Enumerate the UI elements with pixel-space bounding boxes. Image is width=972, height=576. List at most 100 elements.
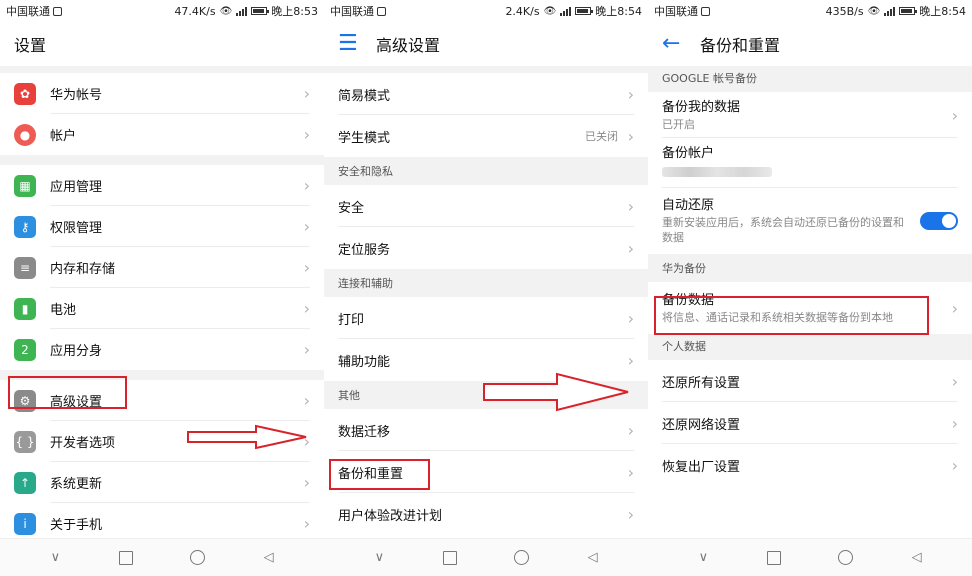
back-button[interactable]: ◁	[262, 550, 276, 565]
page-title-bar: 设置	[0, 22, 324, 66]
settings-item-label: 电池	[50, 303, 77, 318]
settings-item-label: 应用分身	[50, 344, 103, 359]
settings-item-huawei-id[interactable]: ✿ 华为帐号 ›	[0, 73, 324, 114]
settings-item-apps[interactable]: ▦ 应用管理 ›	[0, 165, 324, 206]
settings-item-label: 自动还原	[662, 198, 715, 213]
chevron-right-icon: ›	[303, 217, 310, 236]
settings-item-label: 权限管理	[50, 221, 103, 236]
settings-item-label: 备份帐户	[662, 146, 715, 161]
chevron-right-icon: ›	[303, 176, 310, 195]
settings-item-subtitle: 已开启	[662, 117, 695, 131]
back-arrow-icon[interactable]: ←	[662, 33, 684, 55]
chevron-right-icon: ›	[951, 413, 958, 433]
settings-item-label: 还原所有设置	[662, 375, 741, 391]
settings-item-reset-network[interactable]: 还原网络设置 ›	[648, 402, 972, 444]
clock: 晚上8:54	[595, 5, 642, 18]
page-title: 高级设置	[376, 36, 441, 55]
chevron-right-icon: ›	[627, 420, 634, 440]
battery-status-icon	[251, 7, 270, 15]
settings-item-backup-my-data[interactable]: 备份我的数据 已开启 ›	[648, 92, 972, 138]
settings-item-reset-all[interactable]: 还原所有设置 ›	[648, 360, 972, 402]
nav-bar: ∨ ◁	[648, 538, 972, 576]
section-header: 连接和辅助	[324, 269, 648, 297]
settings-item-label: 关于手机	[50, 518, 103, 533]
settings-item-permissions[interactable]: ⚷ 权限管理 ›	[0, 206, 324, 247]
back-button[interactable]: ◁	[586, 550, 600, 565]
settings-screen: 中国联通 47.4K/s 👁 晚上8:53 设置 ✿ 华为帐号 › ● 帐户 ›…	[0, 0, 324, 576]
settings-item-label: 数据迁移	[338, 424, 391, 440]
divider-gap	[0, 155, 324, 165]
auto-restore-toggle[interactable]	[920, 212, 958, 230]
eye-icon: 👁	[219, 5, 233, 17]
highlight-box-backup-reset	[329, 459, 430, 490]
eye-icon: 👁	[543, 5, 557, 17]
status-value: 已关闭	[585, 130, 618, 143]
battery-status-icon	[899, 7, 918, 15]
braces-icon: { }	[14, 430, 36, 453]
home-button[interactable]	[189, 550, 205, 565]
settings-item-simple-mode[interactable]: 简易模式 ›	[324, 73, 648, 115]
home-button[interactable]	[837, 550, 853, 565]
divider-gap	[0, 66, 324, 73]
settings-item-student-mode[interactable]: 学生模式 已关闭 ›	[324, 115, 648, 157]
settings-item-system-update[interactable]: ↑ 系统更新 ›	[0, 462, 324, 503]
settings-item-label: 安全	[338, 200, 365, 216]
notification-icon	[53, 6, 62, 16]
chevron-down-icon[interactable]: ∨	[696, 550, 710, 565]
chevron-right-icon: ›	[303, 84, 310, 103]
account-icon: ●	[14, 123, 36, 146]
settings-item-label: 打印	[338, 312, 365, 328]
settings-item-backup-account[interactable]: 备份帐户	[648, 138, 972, 188]
home-button[interactable]	[513, 550, 529, 565]
chevron-down-icon[interactable]: ∨	[372, 550, 386, 565]
page-title-bar: ☰ 高级设置	[324, 22, 648, 66]
chevron-right-icon: ›	[627, 308, 634, 328]
highlight-box-advanced	[8, 376, 127, 409]
settings-item-label: 备份我的数据	[662, 99, 741, 115]
chevron-down-icon[interactable]: ∨	[48, 550, 62, 565]
settings-item-ux-program[interactable]: 用户体验改进计划 ›	[324, 493, 648, 535]
status-bar: 中国联通 435B/s 👁 晚上8:54	[648, 0, 972, 22]
chevron-right-icon: ›	[627, 350, 634, 370]
settings-item-label: 辅助功能	[338, 354, 391, 370]
page-title: 设置	[14, 36, 47, 55]
highlight-box-backup-data	[654, 296, 929, 335]
settings-item-factory-reset[interactable]: 恢复出厂设置 ›	[648, 444, 972, 486]
settings-item-battery[interactable]: ▮ 电池 ›	[0, 288, 324, 329]
battery-icon: ▮	[14, 297, 36, 320]
recents-button[interactable]	[119, 550, 134, 565]
chevron-right-icon: ›	[303, 299, 310, 318]
menu-icon[interactable]: ☰	[338, 33, 360, 55]
page-title: 备份和重置	[700, 36, 781, 55]
settings-item-location[interactable]: 定位服务 ›	[324, 227, 648, 269]
back-button[interactable]: ◁	[910, 550, 924, 565]
page-title-bar: ← 备份和重置	[648, 22, 972, 66]
chevron-right-icon: ›	[627, 238, 634, 258]
settings-item-security[interactable]: 安全 ›	[324, 185, 648, 227]
settings-item-accounts[interactable]: ● 帐户 ›	[0, 114, 324, 155]
settings-item-print[interactable]: 打印 ›	[324, 297, 648, 339]
recents-button[interactable]	[443, 550, 458, 565]
recents-button[interactable]	[767, 550, 782, 565]
clock: 晚上8:54	[919, 5, 966, 18]
chevron-right-icon: ›	[627, 196, 634, 216]
section-header: 华为备份	[648, 254, 972, 282]
chevron-right-icon: ›	[303, 340, 310, 359]
notification-icon	[377, 6, 386, 16]
settings-item-data-migration[interactable]: 数据迁移 ›	[324, 409, 648, 451]
settings-item-label: 华为帐号	[50, 88, 103, 103]
settings-item-label: 内存和存储	[50, 262, 116, 277]
carrier-label: 中国联通	[330, 5, 374, 18]
battery-status-icon	[575, 7, 594, 15]
chevron-right-icon: ›	[627, 504, 634, 524]
chevron-right-icon: ›	[303, 258, 310, 277]
settings-item-app-twin[interactable]: 2 应用分身 ›	[0, 329, 324, 370]
chevron-right-icon: ›	[951, 455, 958, 475]
status-bar: 中国联通 47.4K/s 👁 晚上8:53	[0, 0, 324, 22]
nav-bar: ∨ ◁	[0, 538, 324, 576]
settings-item-auto-restore[interactable]: 自动还原 重新安装应用后，系统会自动还原已备份的设置和数据	[648, 188, 972, 254]
settings-item-label: 简易模式	[338, 88, 391, 104]
chevron-right-icon: ›	[303, 514, 310, 533]
huawei-icon: ✿	[14, 82, 36, 105]
settings-item-storage[interactable]: ≡ 内存和存储 ›	[0, 247, 324, 288]
